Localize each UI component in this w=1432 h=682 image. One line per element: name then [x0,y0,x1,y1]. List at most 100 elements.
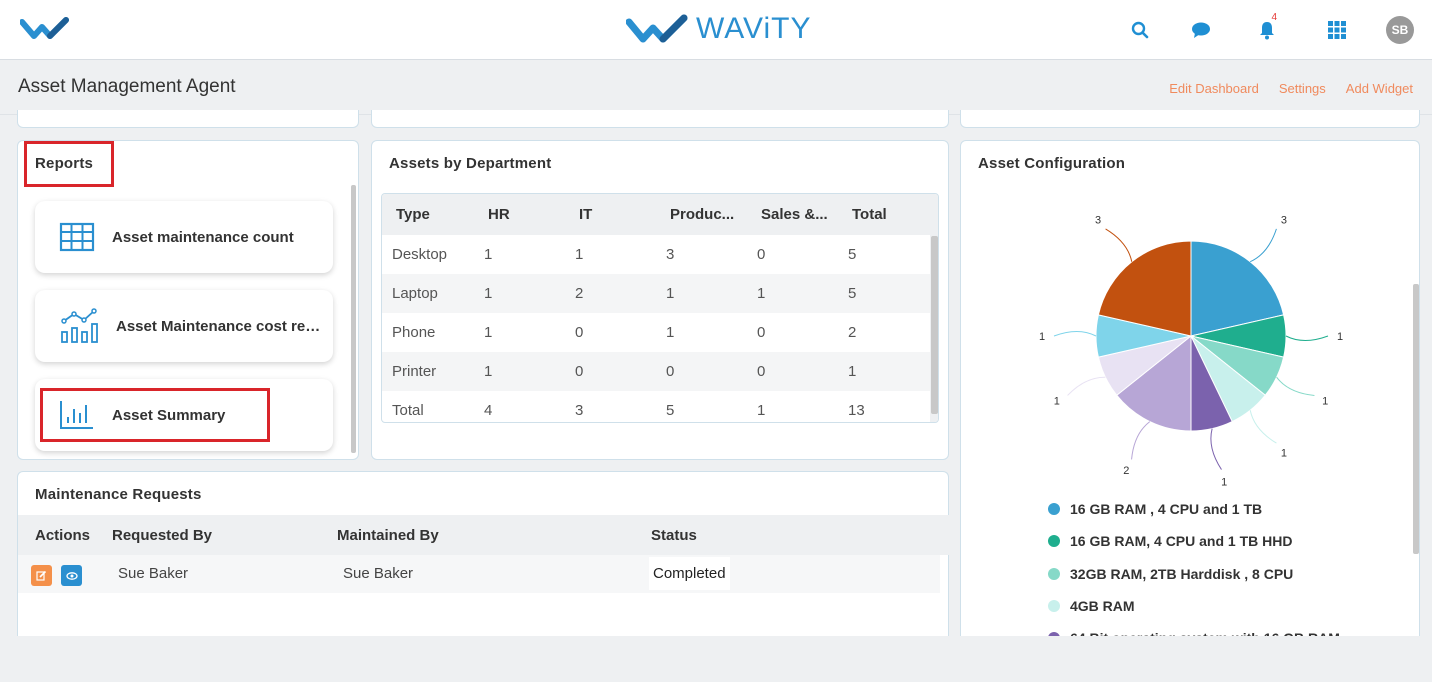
table-cell: 4 [484,402,493,419]
table-cell: 2 [565,274,656,313]
maintained-by-cell: Sue Baker [343,565,414,582]
legend-item[interactable]: 4GB RAM [1048,598,1135,614]
pie-leader-line [1250,228,1277,263]
avatar[interactable]: SB [1386,16,1414,44]
report-item-asset-maintenance-cost[interactable]: Asset Maintenance cost rep... [35,290,333,362]
edit-button[interactable] [31,565,52,586]
column-header[interactable]: Sales &... [747,194,838,235]
page-title: Asset Management Agent [18,76,236,97]
edit-icon [36,570,47,581]
column-header[interactable]: Produc... [656,194,747,235]
legend-swatch [1048,600,1060,612]
column-header[interactable]: IT [565,194,656,235]
table-cell: 1 [484,324,493,341]
legend-swatch [1048,535,1060,547]
legend-label: 16 GB RAM, 4 CPU and 1 TB HHD [1070,533,1293,549]
pie-data-label: 1 [1039,331,1045,343]
brand-logo: WAViTY [626,12,811,46]
column-header[interactable]: Type [382,194,474,235]
legend-item[interactable]: 16 GB RAM, 4 CPU and 1 TB HHD [1048,533,1292,549]
card-partial-top [17,110,359,128]
assets-by-department-title: Assets by Department [389,155,552,172]
maintenance-requests-card: Maintenance Requests Actions Requested B… [17,471,949,651]
table-scrollbar-thumb[interactable] [931,236,938,414]
table-cell: 13 [848,402,865,419]
column-header[interactable]: Maintained By [337,527,439,544]
table-cell: 3 [666,246,675,263]
legend-item[interactable]: 32GB RAM, 2TB Harddisk , 8 CPU [1048,566,1293,582]
maintenance-requests-title: Maintenance Requests [35,486,202,503]
maintenance-table-header: Actions Requested By Maintained By Statu… [18,515,949,555]
edit-dashboard-link[interactable]: Edit Dashboard [1169,81,1259,96]
column-header[interactable]: Actions [35,527,90,544]
report-item-asset-maintenance-count[interactable]: Asset maintenance count [35,201,333,273]
highlight-box [24,141,114,187]
settings-link[interactable]: Settings [1279,81,1326,96]
table-cell: 1 [484,246,493,263]
column-header[interactable]: Status [651,527,697,544]
wavity-logo-icon[interactable] [19,16,76,45]
pie-leader-line [1210,428,1222,470]
table-cell: Desktop [392,246,448,263]
requested-by-cell: Sue Baker [118,565,189,582]
pie-data-label: 1 [1221,476,1227,488]
chat-icon[interactable] [1189,18,1213,42]
status-cell: Completed [649,557,730,590]
table-cell: 1 [474,274,565,313]
table-cell: 0 [757,246,766,263]
search-icon[interactable] [1128,18,1152,42]
table-cell: 5 [848,246,857,263]
card-partial-top [371,110,949,128]
footer-area [0,636,1432,682]
config-scrollbar[interactable] [1413,284,1419,554]
column-header[interactable]: HR [474,194,565,235]
pie-leader-line [1131,421,1151,460]
brand-mark-icon [626,14,688,43]
view-button[interactable] [61,565,82,586]
legend-swatch [1048,503,1060,515]
table-cell: 1 [575,246,584,263]
legend-item[interactable]: 16 GB RAM , 4 CPU and 1 TB [1048,501,1262,517]
legend-label: 32GB RAM, 2TB Harddisk , 8 CPU [1070,566,1294,582]
pie-data-label: 1 [1281,447,1287,459]
page-header: Asset Management Agent Edit Dashboard Se… [0,60,1432,115]
table-cell: 2 [848,324,857,341]
apps-grid-icon[interactable] [1325,18,1349,42]
report-item-label: Asset Maintenance cost rep... [116,318,326,335]
department-table: Type HR IT Produc... Sales &... Total De… [381,193,939,423]
bell-icon[interactable]: 4 [1255,12,1279,42]
table-row: Phone 1 0 1 0 2 [382,313,930,352]
pie-leader-line [1053,330,1097,337]
table-cell: 1 [747,274,838,313]
reports-card: Reports Asset maintenance count Asset Ma… [17,140,359,460]
eye-icon [65,571,78,580]
table-cell: 1 [757,402,766,419]
pie-leader-line [1105,228,1133,262]
table-cell: Printer [382,352,474,391]
notification-badge: 4 [1271,12,1277,23]
pie-data-label: 1 [1337,331,1343,343]
report-item-label: Asset maintenance count [112,229,294,246]
brand-name: WAViTY [696,12,812,45]
asset-configuration-pie-chart: 3 1 1 1 1 2 1 1 3 [1039,215,1343,489]
column-header[interactable]: Total [838,194,930,235]
table-cell: 5 [666,402,675,419]
table-cell: 1 [838,352,930,391]
column-header[interactable]: Requested By [112,527,212,544]
pie-leader-line [1067,376,1106,396]
table-row: Total 4 3 5 1 13 [382,391,930,422]
table-cell: 3 [575,402,584,419]
table-cell: Laptop [382,274,474,313]
table-row: Printer 1 0 0 0 1 [382,352,930,391]
reports-scrollbar[interactable] [351,185,356,453]
line-bar-chart-icon [59,308,98,343]
table-cell: 0 [747,352,838,391]
pie-data-label: 1 [1322,396,1328,408]
add-widget-link[interactable]: Add Widget [1346,81,1413,96]
table-cell: 0 [575,324,584,341]
table-cell: 1 [666,324,675,341]
pie-leader-line [1285,335,1329,342]
pie-leader-line [1249,410,1277,444]
pie-data-label: 2 [1123,465,1129,477]
pie-data-label: 1 [1054,396,1060,408]
